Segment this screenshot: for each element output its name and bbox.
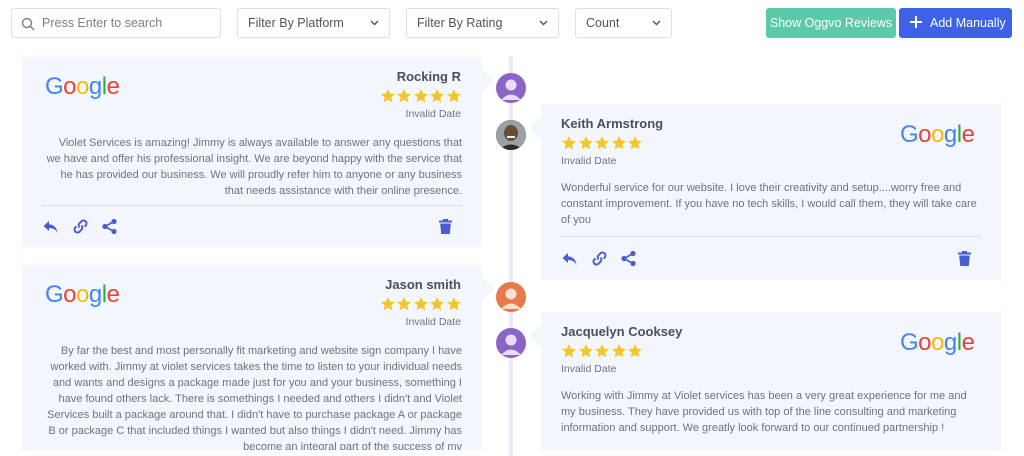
star-icon bbox=[380, 297, 395, 311]
reviewer-name: Keith Armstrong bbox=[561, 116, 664, 131]
star-icon bbox=[595, 344, 609, 358]
review-text: Working with Jimmy at Violet services ha… bbox=[561, 390, 967, 434]
star-icon bbox=[413, 297, 428, 311]
google-logo-icon: Google bbox=[900, 121, 975, 148]
search-icon bbox=[21, 17, 35, 31]
google-logo-icon: Google bbox=[45, 73, 120, 100]
star-icon bbox=[562, 136, 576, 150]
avatar-jacquelyn-cooksey bbox=[496, 328, 526, 358]
avatar-jason-smith bbox=[496, 282, 526, 312]
star-icon bbox=[595, 136, 609, 150]
share-icon[interactable] bbox=[101, 218, 118, 235]
reviewer-name: Jason smith bbox=[385, 277, 461, 292]
search-input[interactable] bbox=[42, 9, 217, 37]
star-icon bbox=[628, 136, 642, 150]
star-icon bbox=[446, 297, 461, 311]
review-actions bbox=[42, 218, 462, 236]
review-text: Violet Services is amazing! Jimmy is alw… bbox=[46, 137, 462, 197]
review-date: Invalid Date bbox=[405, 108, 461, 120]
reply-icon[interactable] bbox=[42, 218, 59, 235]
reply-icon[interactable] bbox=[561, 250, 578, 267]
review-actions bbox=[561, 250, 981, 268]
star-icon bbox=[380, 89, 395, 103]
reviewer-name: Jacquelyn Cooksey bbox=[561, 324, 683, 339]
user-icon bbox=[501, 334, 521, 355]
review-text: By far the best and most personally fit … bbox=[47, 345, 462, 450]
star-rating bbox=[380, 296, 463, 312]
reviewer-name: Rocking R bbox=[396, 69, 461, 84]
search-box[interactable] bbox=[11, 8, 221, 38]
star-icon bbox=[413, 89, 428, 103]
star-rating bbox=[380, 88, 463, 104]
card-pointer bbox=[529, 116, 541, 140]
star-icon bbox=[628, 344, 642, 358]
filter-platform-select[interactable]: Filter By Platform bbox=[237, 8, 390, 38]
star-icon bbox=[430, 89, 444, 103]
review-card: Keith Armstrong Invalid Date Google Wond… bbox=[529, 104, 1001, 280]
star-icon bbox=[611, 136, 626, 150]
add-manually-label: Add Manually bbox=[930, 16, 1006, 30]
user-icon bbox=[501, 79, 521, 100]
user-photo-icon bbox=[496, 120, 526, 150]
star-icon bbox=[397, 89, 411, 103]
trash-icon[interactable] bbox=[437, 218, 454, 235]
review-card: Google Rocking R Invalid Date Violet Ser… bbox=[22, 57, 494, 247]
count-label: Count bbox=[586, 16, 620, 30]
google-logo-icon: Google bbox=[900, 329, 975, 356]
card-pointer bbox=[529, 324, 541, 348]
star-icon bbox=[397, 297, 411, 311]
review-text: Wonderful service for our website. I lov… bbox=[561, 182, 977, 226]
review-date: Invalid Date bbox=[561, 363, 617, 375]
count-select[interactable]: Count bbox=[575, 8, 672, 38]
filter-rating-label: Filter By Rating bbox=[417, 16, 503, 30]
toolbar: Filter By Platform Filter By Rating Coun… bbox=[0, 0, 1024, 48]
link-icon[interactable] bbox=[591, 250, 608, 267]
star-rating bbox=[561, 343, 644, 359]
review-card: Google Jason smith Invalid Date By far t… bbox=[22, 265, 494, 450]
user-icon bbox=[501, 288, 521, 309]
star-icon bbox=[578, 344, 593, 358]
avatar-keith-armstrong bbox=[496, 120, 526, 150]
star-rating bbox=[561, 135, 644, 151]
star-icon bbox=[446, 89, 461, 103]
chevron-down-icon bbox=[652, 20, 661, 26]
star-icon bbox=[430, 297, 444, 311]
filter-platform-label: Filter By Platform bbox=[248, 16, 344, 30]
google-logo-icon: Google bbox=[45, 281, 120, 308]
trash-icon[interactable] bbox=[956, 250, 973, 267]
divider bbox=[42, 205, 462, 206]
plus-icon bbox=[910, 16, 922, 28]
star-icon bbox=[611, 344, 626, 358]
link-icon[interactable] bbox=[72, 218, 89, 235]
star-icon bbox=[562, 344, 576, 358]
review-date: Invalid Date bbox=[405, 316, 461, 328]
timeline-line bbox=[509, 56, 513, 456]
star-icon bbox=[578, 136, 593, 150]
chevron-down-icon bbox=[370, 20, 379, 26]
review-card: Jacquelyn Cooksey Invalid Date Google Wo… bbox=[529, 312, 1001, 450]
review-date: Invalid Date bbox=[561, 155, 617, 167]
chevron-down-icon bbox=[539, 20, 548, 26]
share-icon[interactable] bbox=[620, 250, 637, 267]
show-oggvo-reviews-button[interactable]: Show Oggvo Reviews bbox=[766, 8, 896, 38]
divider bbox=[561, 236, 981, 237]
add-manually-button[interactable]: Add Manually bbox=[899, 8, 1012, 38]
card-pointer bbox=[482, 277, 494, 301]
card-pointer bbox=[482, 69, 494, 93]
avatar-rocking-r bbox=[496, 73, 526, 103]
filter-rating-select[interactable]: Filter By Rating bbox=[406, 8, 559, 38]
show-oggvo-reviews-label: Show Oggvo Reviews bbox=[769, 16, 893, 30]
